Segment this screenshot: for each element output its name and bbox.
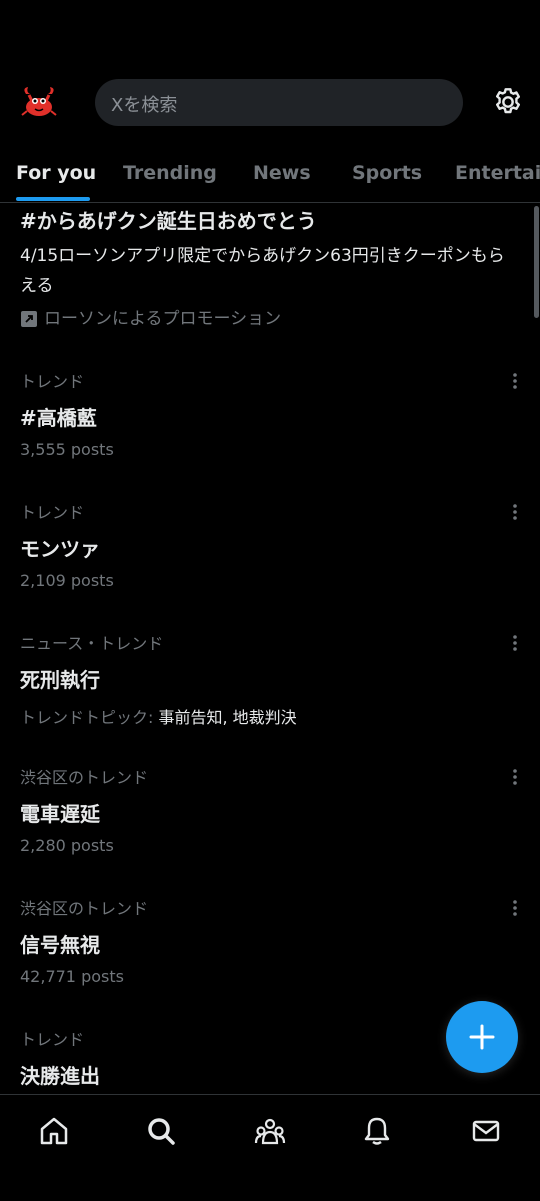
promoted-icon <box>21 311 37 327</box>
messages-icon[interactable] <box>470 1115 502 1147</box>
trend-post-count: 42,771 posts <box>20 967 124 986</box>
promo-description: 4/15ローソンアプリ限定でからあげクン63円引きクーポンもらえる <box>20 246 505 296</box>
tab-entertainment[interactable]: Entertain <box>455 162 540 184</box>
plus-icon <box>469 1024 495 1050</box>
trend-post-count: 3,555 posts <box>20 440 114 459</box>
trend-title: モンツァ <box>20 537 100 561</box>
trend-title: 信号無視 <box>20 933 100 957</box>
trend-context: トレンド <box>20 372 85 391</box>
trend-item[interactable]: トレンド モンツァ 2,109 posts <box>20 502 525 592</box>
top-bar: Xを検索 <box>0 0 540 150</box>
home-icon[interactable] <box>38 1115 70 1147</box>
bottom-navigation <box>0 1094 540 1201</box>
active-tab-indicator <box>16 197 90 201</box>
tab-for-you[interactable]: For you <box>16 162 96 184</box>
trend-context: 渋谷区のトレンド <box>20 899 149 918</box>
trend-item[interactable]: トレンド #高橋藍 3,555 posts <box>20 371 525 461</box>
trend-post-count: 2,280 posts <box>20 836 114 855</box>
trend-context: 渋谷区のトレンド <box>20 768 149 787</box>
tab-sports[interactable]: Sports <box>352 162 422 184</box>
more-options-icon[interactable] <box>505 371 525 391</box>
trend-topics-label: トレンドトピック: <box>20 708 159 727</box>
tab-news[interactable]: News <box>253 162 311 184</box>
more-options-icon[interactable] <box>505 502 525 522</box>
communities-icon[interactable] <box>254 1115 286 1147</box>
explore-tabs: For you Trending News Sports Entertain <box>0 150 540 202</box>
more-options-icon[interactable] <box>505 898 525 918</box>
scrollbar[interactable] <box>534 206 539 318</box>
more-options-icon[interactable] <box>505 767 525 787</box>
notifications-icon[interactable] <box>361 1115 393 1147</box>
trend-title: 死刑執行 <box>20 668 100 692</box>
gear-icon[interactable] <box>492 86 524 118</box>
trend-post-count: 2,109 posts <box>20 571 114 590</box>
compose-button[interactable] <box>446 1001 518 1073</box>
trend-context: トレンド <box>20 503 85 522</box>
tabs-divider <box>0 202 540 203</box>
trend-topics: トレンドトピック: 事前告知, 地裁判決 <box>20 707 525 729</box>
crab-avatar-icon[interactable] <box>20 84 58 122</box>
promo-title: #からあげクン誕生日おめでとう <box>20 209 317 233</box>
promoted-by: ローソンによるプロモーション <box>20 305 520 333</box>
trend-title: 決勝進出 <box>20 1064 100 1088</box>
promoted-trend[interactable]: #からあげクン誕生日おめでとう 4/15ローソンアプリ限定でからあげクン63円引… <box>20 205 520 333</box>
more-options-icon[interactable] <box>505 633 525 653</box>
trend-topics-values: 事前告知, 地裁判決 <box>158 708 297 727</box>
trend-title: 電車遅延 <box>20 802 100 826</box>
trend-item[interactable]: ニュース・トレンド 死刑執行 トレンドトピック: 事前告知, 地裁判決 <box>20 633 525 729</box>
trend-title: #高橋藍 <box>20 406 97 430</box>
search-placeholder: Xを検索 <box>111 95 178 116</box>
tab-trending[interactable]: Trending <box>123 162 217 184</box>
promoted-by-label: ローソンによるプロモーション <box>44 309 282 329</box>
trend-context: ニュース・トレンド <box>20 634 164 653</box>
trend-item[interactable]: 渋谷区のトレンド 信号無視 42,771 posts <box>20 898 525 988</box>
search-icon[interactable] <box>145 1115 177 1147</box>
search-input[interactable]: Xを検索 <box>95 79 463 126</box>
trend-item[interactable]: 渋谷区のトレンド 電車遅延 2,280 posts <box>20 767 525 857</box>
